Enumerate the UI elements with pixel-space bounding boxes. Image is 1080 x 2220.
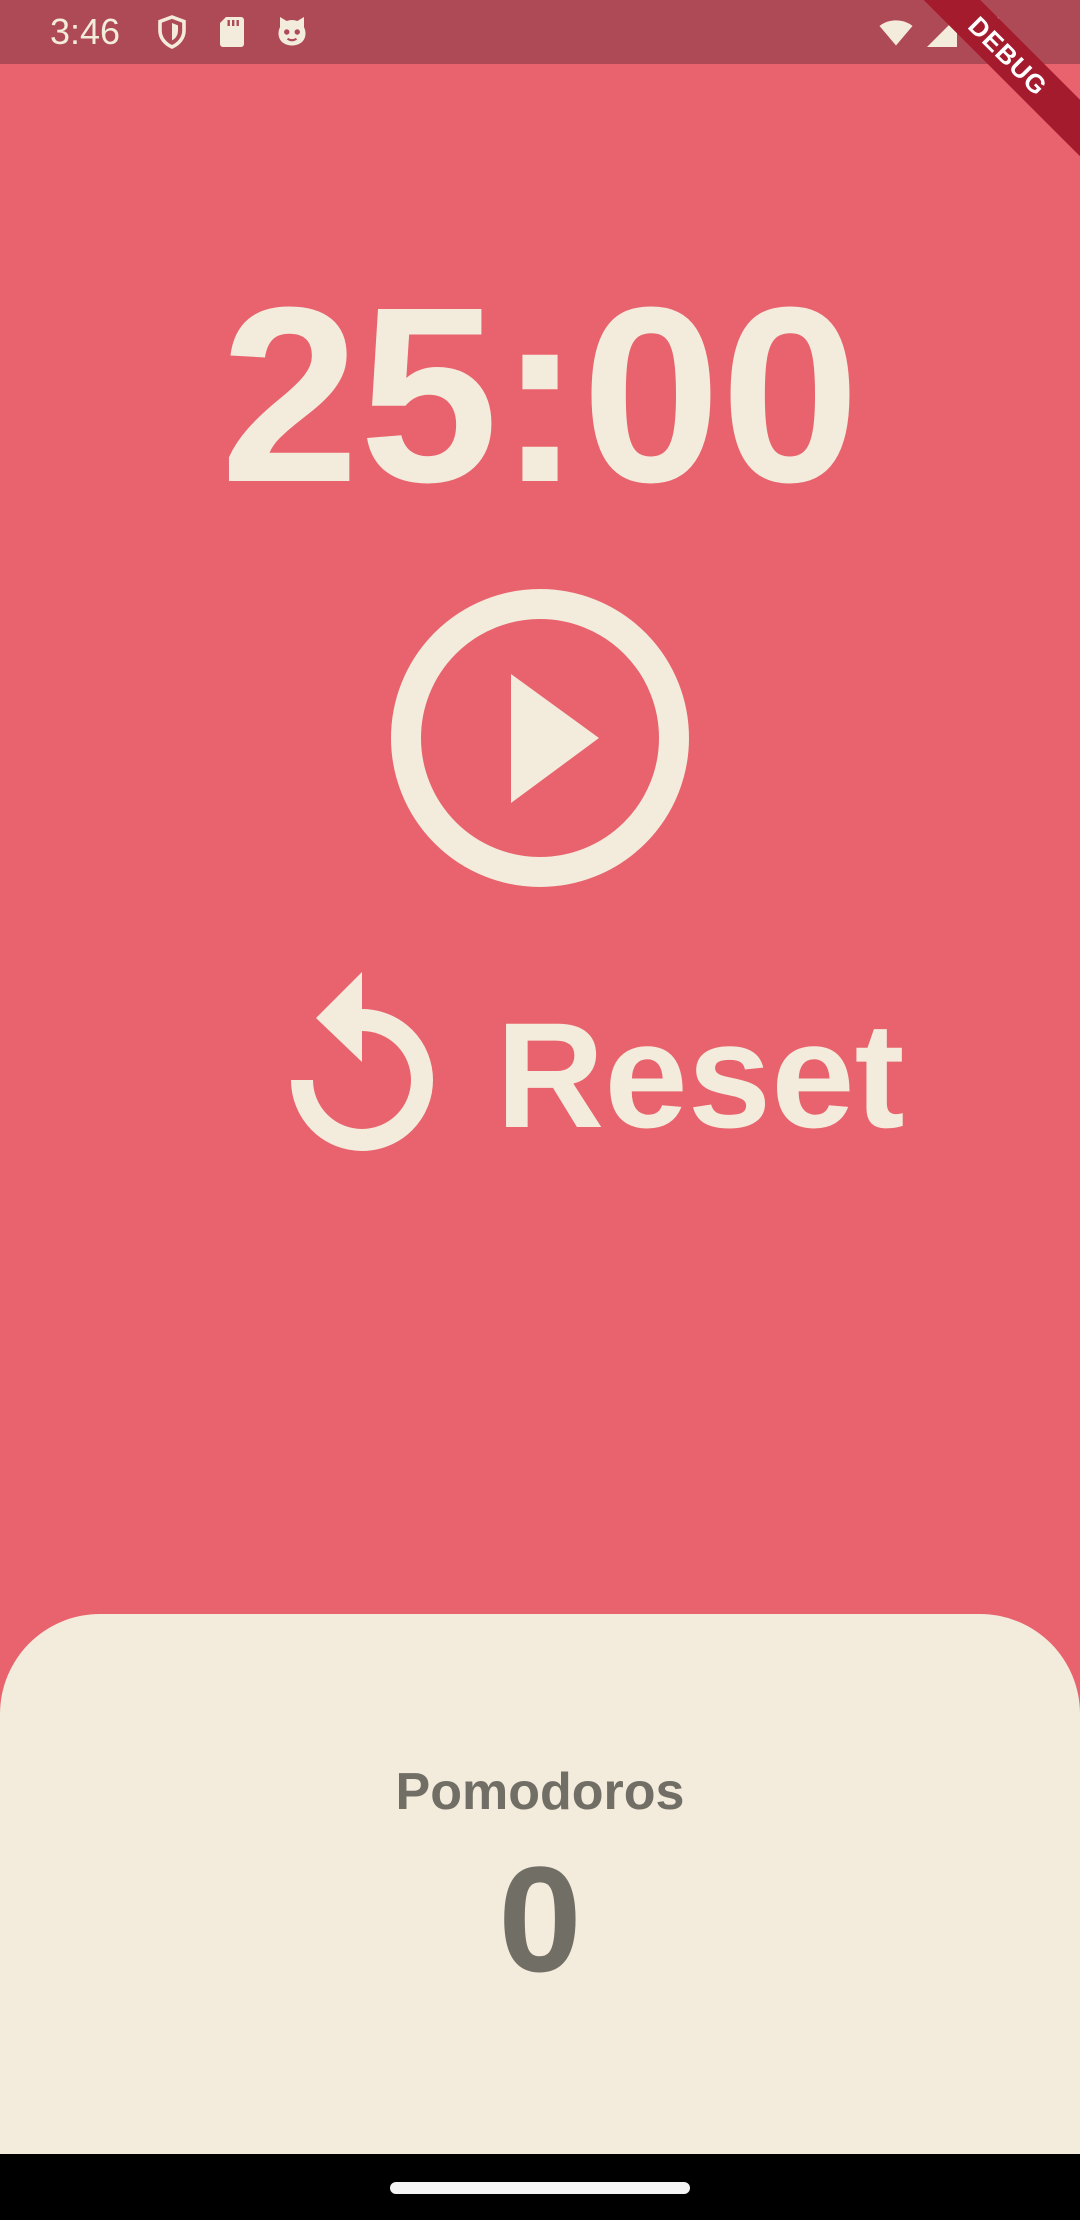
play-button[interactable] [390,588,690,888]
debug-label: DEBUG [910,0,1080,163]
navigation-bar [0,2154,1080,2220]
pomodoros-title: Pomodoros [395,1763,685,1821]
shield-icon [158,15,186,49]
reset-icon [291,972,433,1151]
debug-banner: DEBUG [910,0,1080,170]
pomodoro-stats-panel: Pomodoros 0 [0,1614,1080,2154]
status-time: 3:46 [50,11,121,52]
home-gesture-handle[interactable] [390,2182,690,2194]
timer-display: 25:00 [220,255,860,534]
reset-label: Reset [496,991,905,1159]
reset-button[interactable]: Reset [286,960,905,1160]
pomodoros-count: 0 [498,1835,582,2003]
play-circle-icon [391,589,689,887]
sd-card-icon [220,17,244,47]
cat-face-icon [278,17,306,46]
